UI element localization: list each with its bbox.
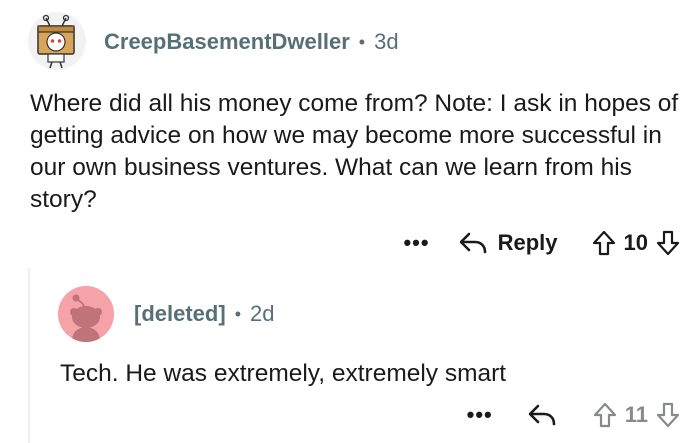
vote-controls: 10 bbox=[592, 230, 680, 256]
comment-age: 3d bbox=[374, 29, 399, 54]
snoo-avatar-icon bbox=[58, 286, 114, 342]
meta-separator: • bbox=[234, 303, 241, 324]
comment-body: Where did all his money come from? Note:… bbox=[30, 90, 679, 213]
downvote-arrow-icon[interactable] bbox=[656, 402, 680, 428]
thread-line[interactable] bbox=[28, 268, 30, 443]
comment-actions: ••• Reply 10 bbox=[403, 226, 680, 260]
comment-body: Tech. He was extremely, extremely smart bbox=[60, 360, 507, 387]
username-link[interactable]: [deleted] bbox=[134, 301, 226, 327]
reply-arrow-icon bbox=[459, 232, 486, 254]
comment-actions: ••• 11 bbox=[467, 398, 680, 432]
username-link[interactable]: CreepBasementDweller bbox=[104, 29, 350, 55]
more-options-button[interactable]: ••• bbox=[403, 230, 429, 256]
downvote-arrow-icon[interactable] bbox=[656, 230, 680, 256]
comment-thread: CreepBasementDweller • 3d Where did all … bbox=[0, 0, 700, 443]
reply-label: Reply bbox=[497, 230, 558, 255]
comment-header: CreepBasementDweller • 3d bbox=[104, 28, 399, 56]
more-options-button[interactable]: ••• bbox=[467, 402, 493, 428]
comment-age: 2d bbox=[250, 301, 275, 326]
upvote-arrow-icon[interactable] bbox=[593, 402, 617, 428]
reply-arrow-icon bbox=[528, 404, 556, 426]
meta-separator: • bbox=[358, 31, 366, 52]
avatar[interactable] bbox=[28, 12, 86, 70]
reply-button[interactable] bbox=[527, 403, 557, 427]
vote-score: 10 bbox=[623, 230, 648, 255]
vote-score: 11 bbox=[624, 402, 648, 427]
avatar[interactable] bbox=[58, 286, 114, 342]
reply-button[interactable]: Reply bbox=[458, 230, 558, 256]
comment-header: [deleted] • 2d bbox=[134, 300, 274, 328]
robot-box-avatar-icon bbox=[28, 12, 86, 70]
vote-controls: 11 bbox=[593, 402, 680, 428]
upvote-arrow-icon[interactable] bbox=[592, 230, 616, 256]
